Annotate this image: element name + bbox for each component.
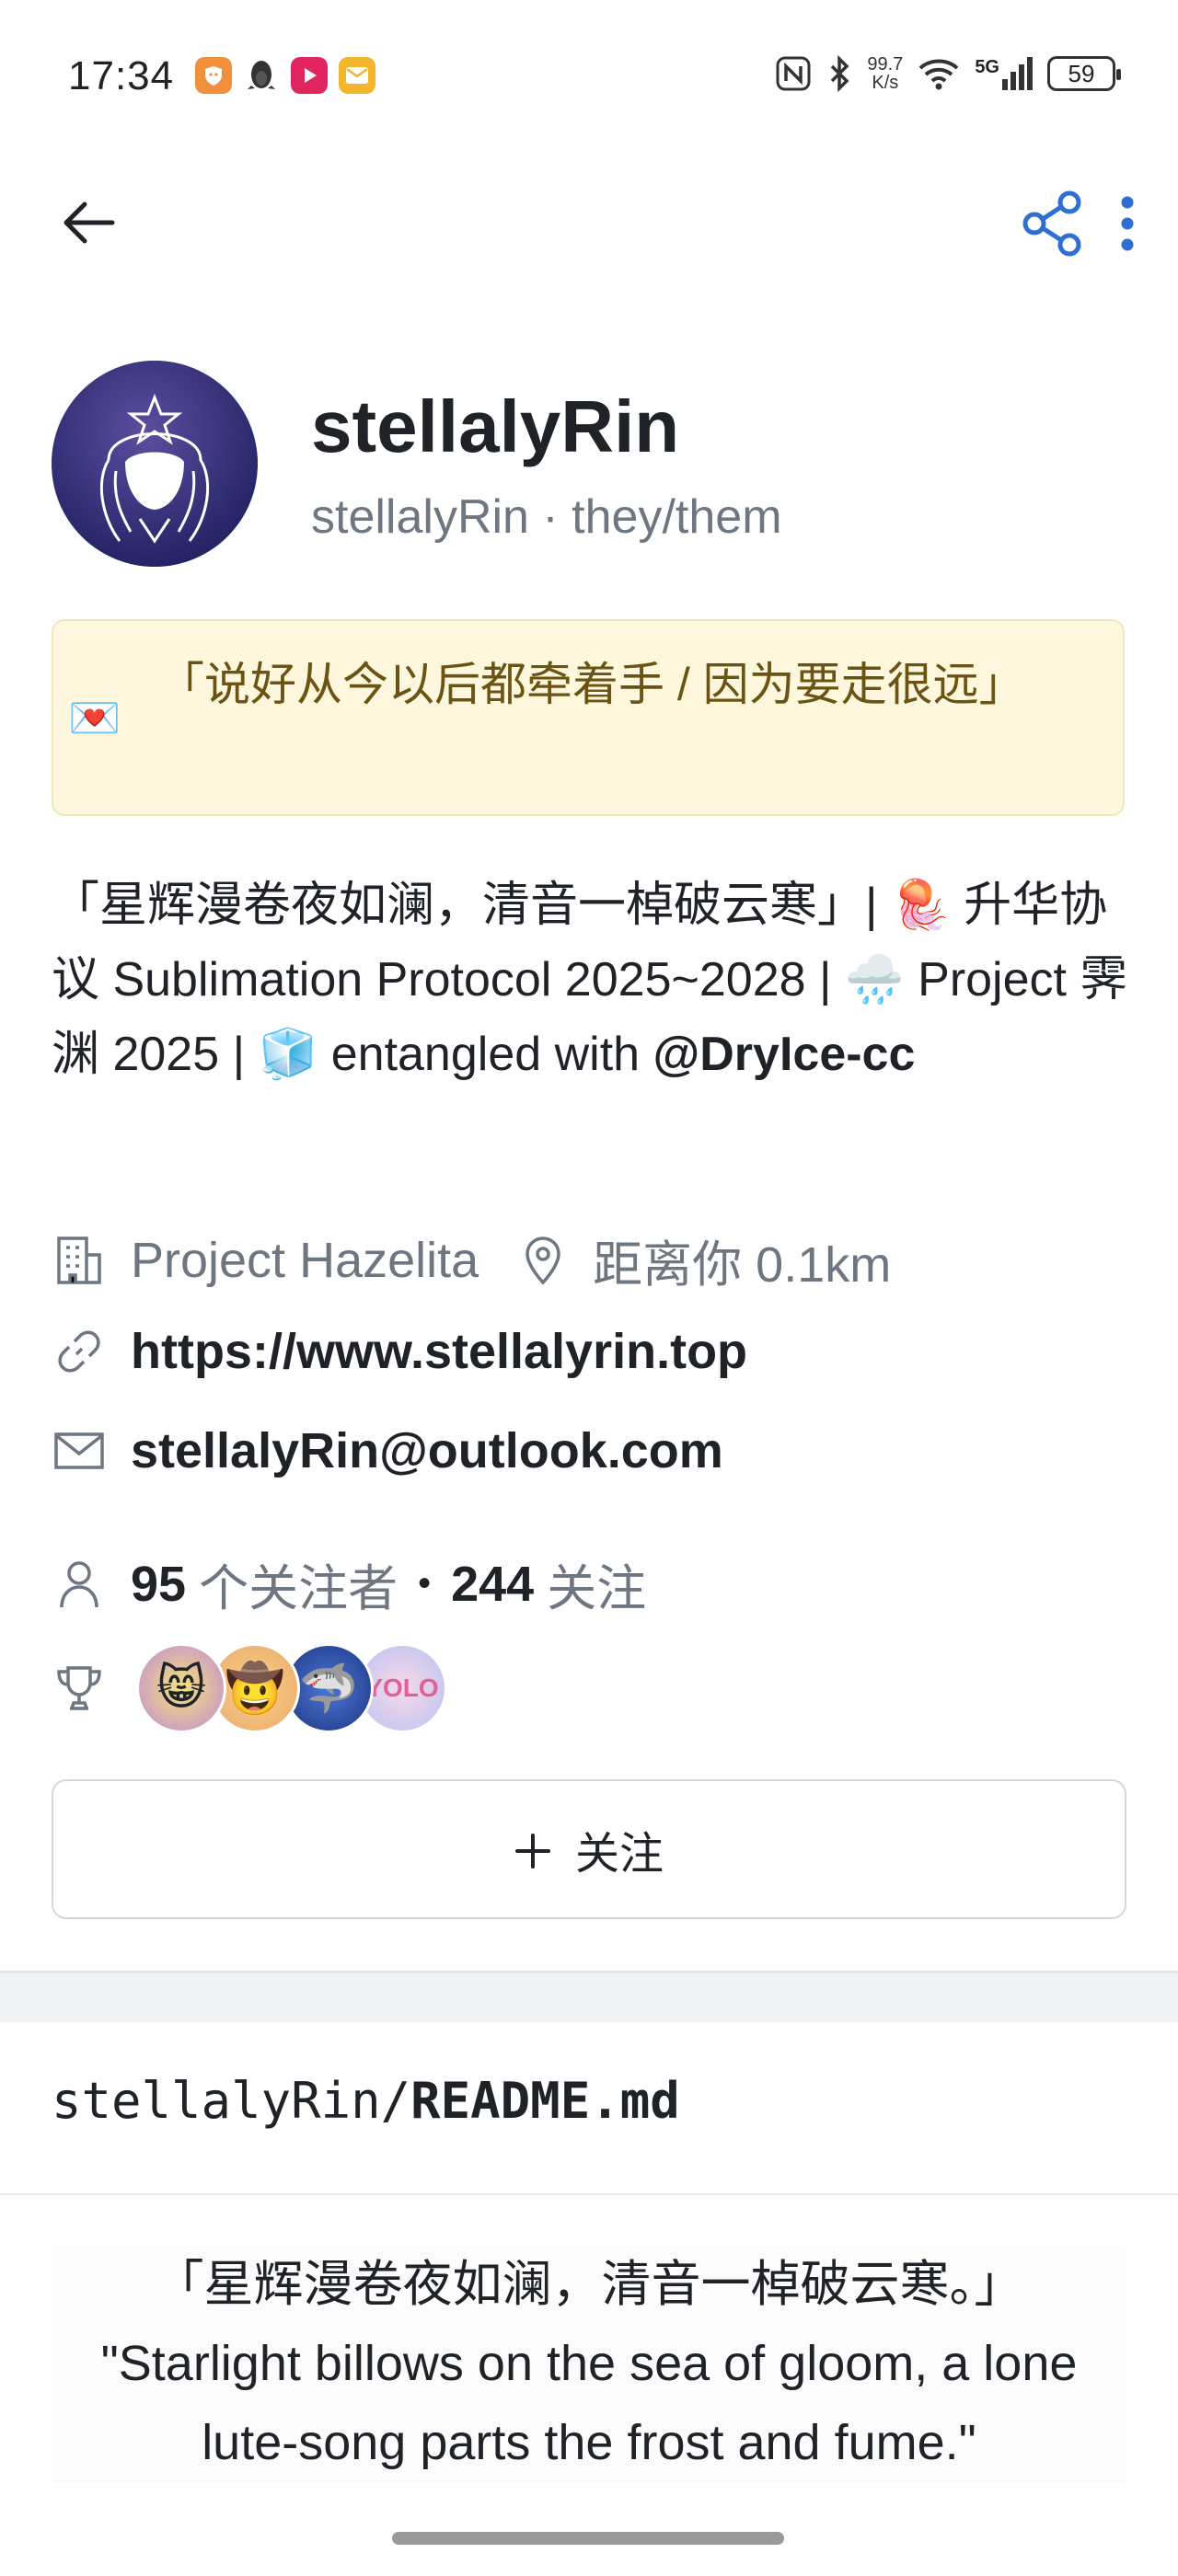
bluetooth-icon bbox=[831, 55, 849, 92]
status-indicators: 99.7 K/s 5G 59 bbox=[775, 55, 1121, 92]
mail-app-icon bbox=[339, 57, 375, 94]
section-divider bbox=[0, 1971, 1178, 2022]
achievement-badge[interactable]: 😸 bbox=[136, 1643, 226, 1733]
status-message: 「说好从今以后都牵着手 / 因为要走很远」 bbox=[158, 659, 1025, 710]
net-speed: 99.7 K/s bbox=[867, 55, 903, 92]
email-row[interactable]: stellalyRin@outlook.com bbox=[52, 1422, 723, 1479]
status-app-icons bbox=[195, 57, 375, 94]
signal-bar bbox=[1019, 64, 1024, 90]
share-icon bbox=[1022, 190, 1081, 257]
company-location-row: Project Hazelita 距离你 0.1km bbox=[52, 1224, 891, 1296]
avatar[interactable] bbox=[52, 361, 258, 567]
readme-quote-en: "Starlight billows on the sea of gloom, … bbox=[100, 2336, 1078, 2470]
net-speed-value: 99.7 bbox=[867, 54, 904, 75]
signal-bar bbox=[1002, 79, 1008, 90]
nfc-icon bbox=[776, 56, 811, 91]
back-button[interactable] bbox=[52, 186, 125, 259]
shield-app-icon bbox=[195, 57, 232, 94]
readme-content: 「星辉漫卷夜如澜，清音一棹破云寒。」 "Starlight billows on… bbox=[52, 2245, 1126, 2482]
signal-bar bbox=[1011, 72, 1016, 90]
following-count[interactable]: 244 bbox=[451, 1556, 534, 1613]
arrow-left-icon bbox=[64, 201, 115, 244]
user-status-card[interactable]: 💌 「说好从今以后都牵着手 / 因为要走很远」 bbox=[52, 619, 1125, 816]
home-indicator[interactable] bbox=[392, 2532, 784, 2545]
person-icon bbox=[52, 1557, 107, 1612]
website-link[interactable]: https://www.stellalyrin.top bbox=[131, 1323, 747, 1380]
company-name: Project Hazelita bbox=[131, 1232, 479, 1288]
link-icon bbox=[52, 1324, 107, 1379]
follow-button-label: 关注 bbox=[574, 1830, 664, 1879]
bio-text: 「星辉漫卷夜如澜，清音一棹破云寒」| 🪼 升华协议 Sublimation Pr… bbox=[52, 879, 1128, 1081]
readme-file: README.md bbox=[410, 2072, 680, 2130]
profile-bio: 「星辉漫卷夜如澜，清音一棹破云寒」| 🪼 升华协议 Sublimation Pr… bbox=[52, 868, 1128, 1092]
video-app-icon bbox=[291, 57, 328, 94]
location-text: 距离你 0.1km bbox=[593, 1237, 892, 1293]
more-options-button[interactable] bbox=[1095, 182, 1160, 265]
readme-owner: stellalyRin/ bbox=[52, 2072, 411, 2130]
followers-row[interactable]: 95 个关注者 • 244 关注 bbox=[52, 1547, 646, 1620]
readme-divider bbox=[0, 2193, 1178, 2195]
username-pronouns: stellalyRin · they/them bbox=[311, 490, 782, 544]
followers-count[interactable]: 95 bbox=[131, 1556, 186, 1613]
profile-header: stellalyRin stellalyRin · they/them bbox=[52, 361, 1128, 572]
wifi-icon bbox=[918, 59, 959, 90]
avatar-illustration bbox=[52, 361, 258, 567]
penguin-app-icon bbox=[243, 57, 280, 94]
email-link[interactable]: stellalyRin@outlook.com bbox=[131, 1422, 723, 1479]
mail-icon bbox=[52, 1423, 107, 1478]
building-icon bbox=[52, 1233, 107, 1288]
status-emoji: 💌 bbox=[68, 694, 121, 742]
website-row[interactable]: https://www.stellalyrin.top bbox=[52, 1323, 747, 1380]
status-time: 17:34 bbox=[68, 53, 175, 98]
signal-bar bbox=[1027, 57, 1033, 90]
cell-signal: 5G bbox=[975, 57, 1033, 90]
following-label[interactable]: 关注 bbox=[547, 1547, 646, 1620]
battery-indicator: 59 bbox=[1047, 56, 1121, 91]
followers-label[interactable]: 个关注者 bbox=[199, 1547, 398, 1620]
readme-header[interactable]: stellalyRin/README.md bbox=[52, 2072, 680, 2130]
bio-mention-link[interactable]: @DryIce-cc bbox=[653, 1028, 916, 1081]
separator-dot: • bbox=[418, 1563, 432, 1604]
plus-icon bbox=[514, 1820, 551, 1879]
top-app-bar bbox=[0, 156, 1178, 285]
net-speed-unit: K/s bbox=[872, 73, 899, 93]
kebab-menu-icon bbox=[1121, 196, 1134, 251]
network-type: 5G bbox=[975, 57, 999, 77]
display-name: stellalyRin bbox=[311, 385, 680, 467]
achievements-row: 😸 🤠 🦈 YOLO bbox=[52, 1643, 447, 1733]
readme-quote-cn: 「星辉漫卷夜如澜，清音一棹破云寒。」 bbox=[154, 2257, 1024, 2312]
achievement-badges: 😸 🤠 🦈 YOLO bbox=[136, 1643, 447, 1733]
trophy-icon bbox=[52, 1661, 107, 1716]
status-bar: 17:34 99.7 K/s 5G 59 bbox=[0, 0, 1178, 156]
share-button[interactable] bbox=[1011, 182, 1093, 265]
follow-button[interactable]: 关注 bbox=[52, 1779, 1126, 1919]
location-pin-icon bbox=[515, 1233, 571, 1288]
